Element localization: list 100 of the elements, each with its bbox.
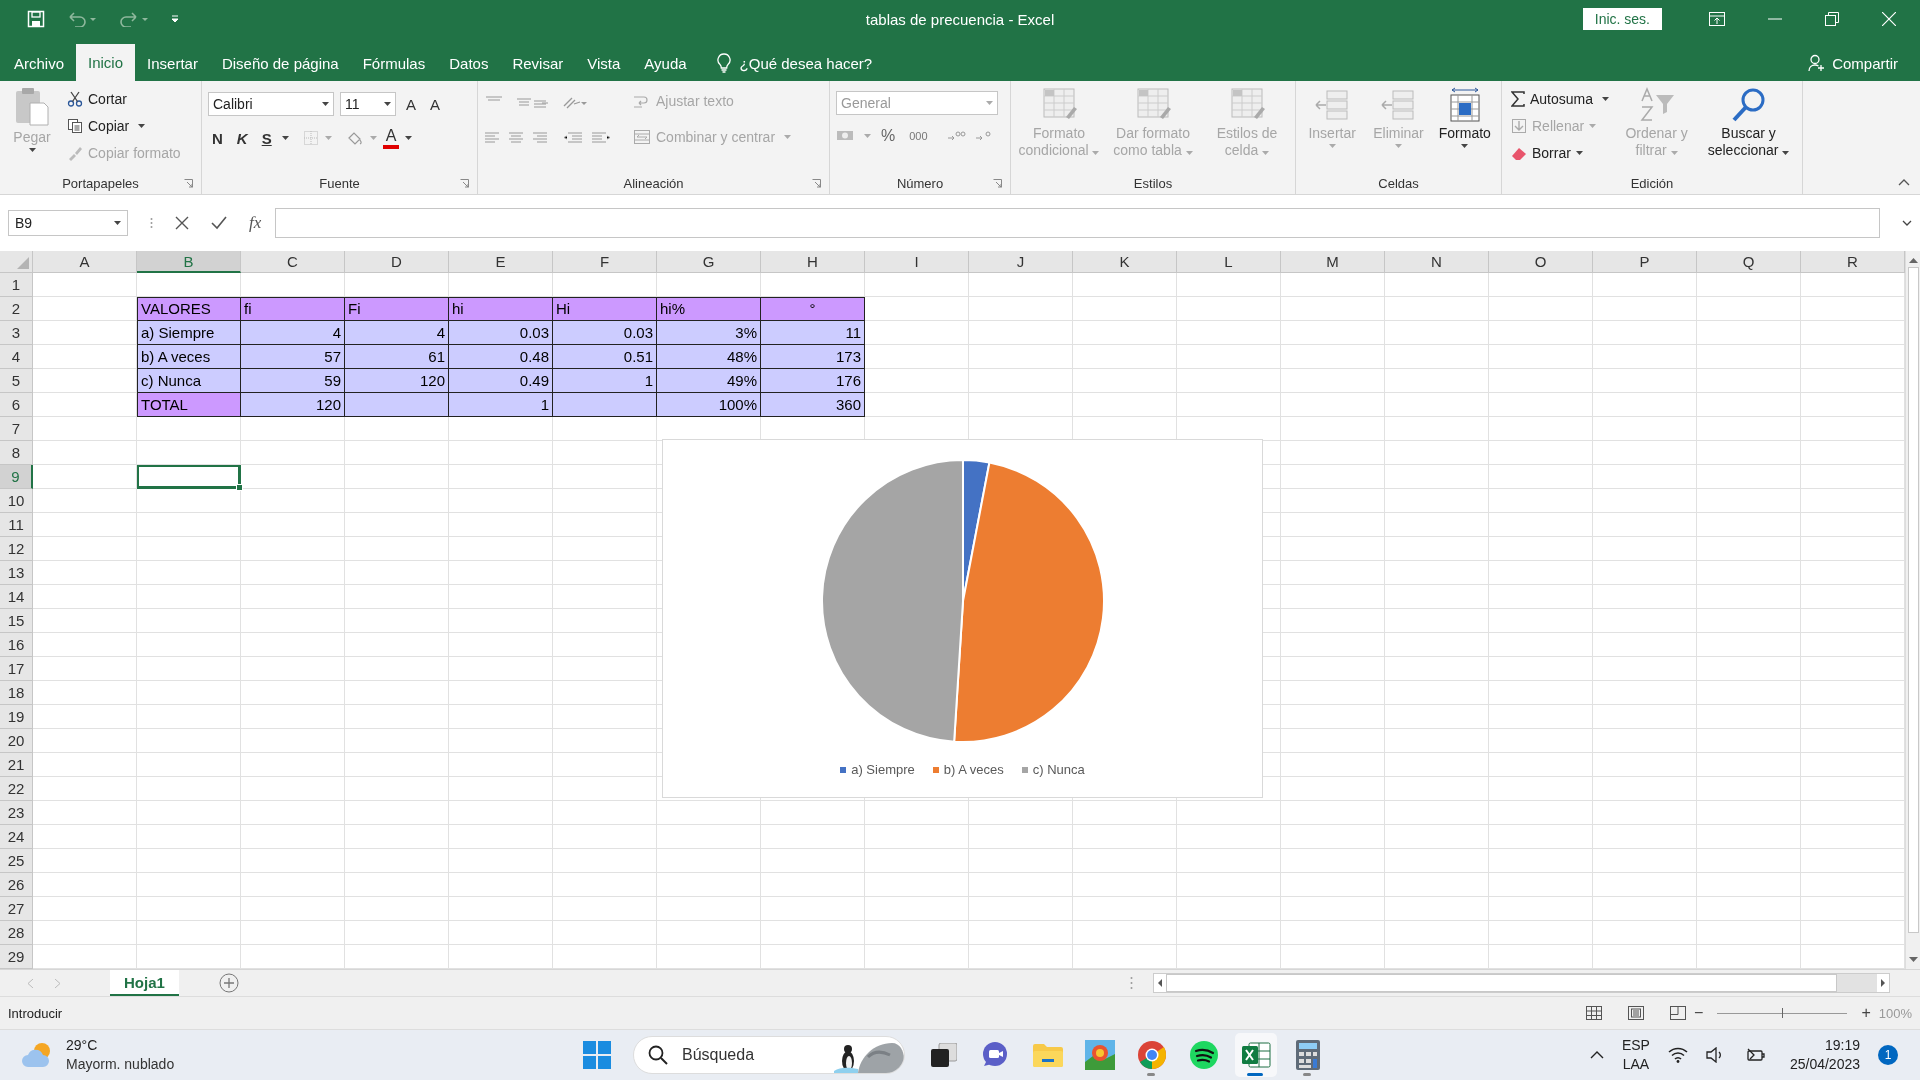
ribbon-display-icon[interactable] (1709, 12, 1725, 26)
ribbon-tab[interactable]: Fórmulas (350, 45, 438, 81)
row-header[interactable]: 27 (0, 897, 33, 921)
column-header[interactable]: R (1801, 251, 1905, 273)
sign-in-button[interactable]: Inic. ses. (1582, 8, 1662, 30)
row-header[interactable]: 21 (0, 753, 33, 777)
ribbon-tab[interactable]: Archivo (2, 45, 77, 81)
close-icon[interactable] (1882, 12, 1896, 26)
dialog-launcher-icon[interactable] (460, 179, 469, 188)
sheet-tab[interactable]: Hoja1 (110, 970, 179, 996)
column-header[interactable]: C (241, 251, 345, 273)
clock[interactable]: 19:19 25/04/2023 (1789, 1036, 1860, 1074)
row-header[interactable]: 17 (0, 657, 33, 681)
font-color-button[interactable]: A (382, 127, 400, 149)
font-name-dropdown[interactable]: Calibri (208, 92, 334, 116)
row-header[interactable]: 7 (0, 417, 33, 441)
row-header[interactable]: 9 (0, 465, 33, 489)
thousands-button[interactable]: 000 (905, 124, 932, 148)
column-header[interactable]: D (345, 251, 449, 273)
column-header[interactable]: J (969, 251, 1073, 273)
chevron-up-icon[interactable] (1589, 1051, 1604, 1059)
cut-button[interactable]: Cortar (64, 87, 184, 111)
column-header[interactable]: O (1489, 251, 1593, 273)
column-header[interactable]: P (1593, 251, 1697, 273)
scroll-thumb[interactable] (1166, 974, 1837, 992)
row-header[interactable]: 25 (0, 849, 33, 873)
row-header[interactable]: 14 (0, 585, 33, 609)
column-header[interactable]: F (553, 251, 657, 273)
notification-badge[interactable]: 1 (1878, 1045, 1898, 1065)
zoom-out-button[interactable]: − (1694, 1004, 1704, 1022)
add-sheet-icon[interactable] (218, 973, 239, 993)
cells-button[interactable]: Formato (1434, 85, 1495, 150)
row-header[interactable]: 23 (0, 801, 33, 825)
insert-function-button[interactable]: fx (249, 213, 262, 233)
row-header[interactable]: 5 (0, 369, 33, 393)
check-icon[interactable] (211, 216, 227, 230)
decrease-font-button[interactable]: A (426, 92, 445, 116)
italic-button[interactable]: K (232, 126, 252, 150)
column-header[interactable]: H (761, 251, 865, 273)
column-header[interactable]: M (1281, 251, 1385, 273)
row-header[interactable]: 15 (0, 609, 33, 633)
scroll-left-icon[interactable] (1154, 974, 1166, 992)
ribbon-tab[interactable]: Diseño de página (209, 45, 351, 81)
clear-button[interactable]: Borrar (1508, 141, 1613, 165)
column-header[interactable]: E (449, 251, 553, 273)
find-select-button[interactable]: Buscar y seleccionar (1701, 85, 1796, 161)
windows-start-icon[interactable] (583, 1041, 611, 1069)
column-header[interactable]: N (1385, 251, 1489, 273)
bold-button[interactable]: N (208, 126, 227, 150)
scroll-up-icon[interactable] (1908, 257, 1918, 263)
dialog-launcher-icon[interactable] (993, 179, 1002, 188)
horizontal-scrollbar[interactable] (1153, 973, 1890, 993)
normal-view-icon[interactable] (1586, 1006, 1603, 1020)
redo-icon[interactable] (119, 11, 149, 27)
ribbon-tab[interactable]: Datos (437, 45, 501, 81)
ribbon-tab[interactable]: Revisar (500, 45, 576, 81)
row-header[interactable]: 6 (0, 393, 33, 417)
dialog-launcher-icon[interactable] (812, 179, 821, 188)
page-break-icon[interactable] (1670, 1006, 1687, 1020)
ribbon-tab[interactable]: Ayuda (632, 45, 699, 81)
underline-button[interactable]: S (257, 126, 276, 150)
row-header[interactable]: 28 (0, 921, 33, 945)
column-header[interactable]: A (33, 251, 137, 273)
weather-widget[interactable]: 29°C Mayorm. nublado (0, 1036, 583, 1074)
column-header[interactable]: Q (1697, 251, 1801, 273)
selected-cell[interactable] (137, 465, 241, 489)
vertical-scrollbar[interactable] (1905, 251, 1920, 969)
chart-area[interactable]: a) Siempre b) A veces c) Nunca (662, 439, 1263, 798)
font-size-dropdown[interactable]: 11 (340, 92, 396, 116)
row-header[interactable]: 24 (0, 825, 33, 849)
column-header[interactable]: I (865, 251, 969, 273)
share-button[interactable]: Compartir (1808, 45, 1920, 81)
percent-button[interactable]: % (877, 124, 900, 148)
row-header[interactable]: 2 (0, 297, 33, 321)
column-header[interactable]: G (657, 251, 761, 273)
row-header[interactable]: 4 (0, 345, 33, 369)
scroll-thumb[interactable] (1907, 267, 1919, 933)
row-header[interactable]: 13 (0, 561, 33, 585)
scroll-right-icon[interactable] (1877, 974, 1889, 992)
wifi-icon[interactable] (1667, 1047, 1688, 1063)
row-header[interactable]: 12 (0, 537, 33, 561)
row-header[interactable]: 11 (0, 513, 33, 537)
zoom-in-button[interactable]: + (1861, 1004, 1871, 1022)
tell-me-field[interactable]: ¿Qué desea hacer? (698, 45, 873, 81)
dialog-launcher-icon[interactable] (184, 179, 193, 188)
row-header[interactable]: 22 (0, 777, 33, 801)
row-header[interactable]: 1 (0, 273, 33, 297)
save-icon[interactable] (27, 10, 45, 28)
row-header[interactable]: 18 (0, 681, 33, 705)
page-layout-icon[interactable] (1628, 1006, 1645, 1020)
customize-toolbar-icon[interactable] (171, 15, 179, 23)
expand-icon[interactable] (1902, 220, 1912, 226)
name-box[interactable]: B9 (8, 210, 128, 236)
autosum-button[interactable]: Autosuma (1508, 87, 1613, 111)
row-header[interactable]: 10 (0, 489, 33, 513)
language-indicator[interactable]: ESP LAA (1621, 1036, 1650, 1074)
collapse-ribbon-icon[interactable] (1898, 179, 1910, 186)
column-header[interactable]: L (1177, 251, 1281, 273)
cancel-icon[interactable] (175, 216, 189, 230)
row-header[interactable]: 19 (0, 705, 33, 729)
